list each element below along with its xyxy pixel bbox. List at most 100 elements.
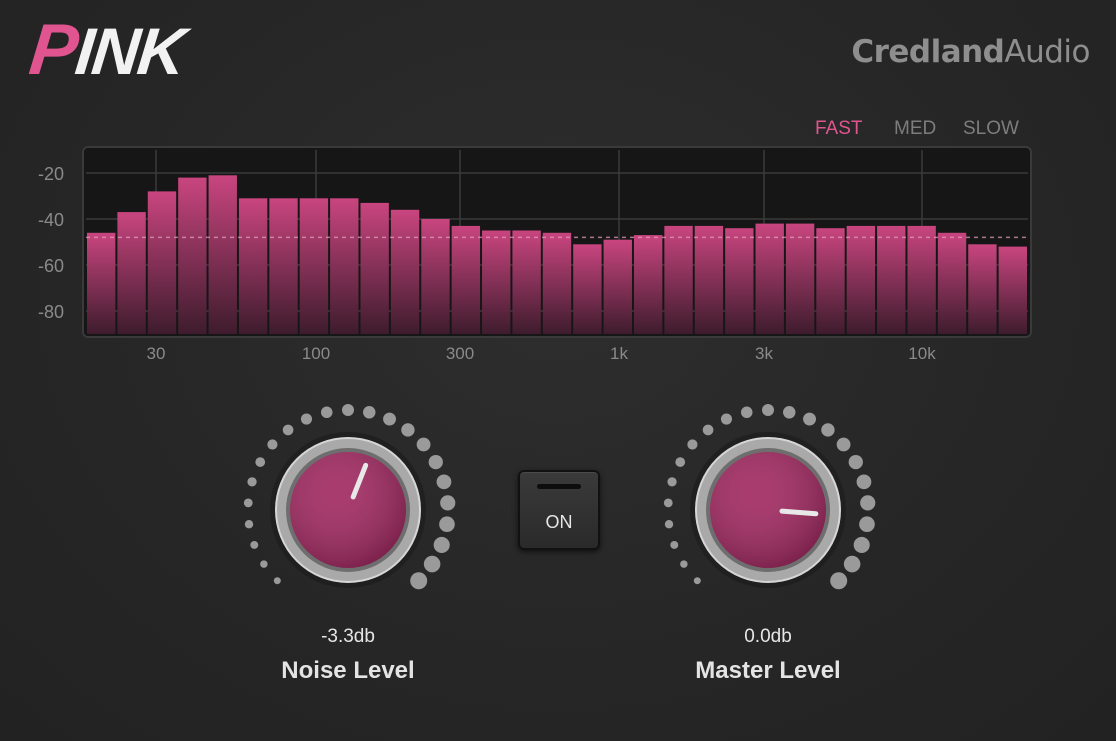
spectrum-bar [178, 177, 207, 334]
spectrum-bar [846, 225, 876, 334]
knob-scale-dot [830, 572, 848, 590]
knob-scale-dot [783, 406, 796, 419]
x-tick-label: 300 [445, 344, 475, 363]
speed-slow-button[interactable]: SLOW [963, 118, 1019, 140]
x-tick-label: 10k [908, 344, 936, 363]
spectrum-bar [877, 225, 906, 334]
spectrum-bar [937, 232, 967, 334]
knob-scale-dot [860, 495, 876, 511]
spectrum-bar [694, 225, 724, 334]
y-tick-label: -20 [38, 164, 65, 184]
master-level-knob[interactable] [658, 400, 878, 620]
knob-scale-dot [267, 439, 278, 450]
spectrum-bar [87, 232, 116, 334]
spectrum-bar [542, 232, 572, 334]
knob-graphic [243, 404, 456, 590]
knob-scale-dot [439, 516, 455, 533]
x-tick-label: 3k [755, 344, 773, 363]
y-tick-label: -60 [38, 256, 65, 276]
credland-audio-brand: CredlandAudio [851, 34, 1090, 70]
knob-scale-dot [675, 457, 686, 467]
knob-scale-dot [244, 520, 254, 529]
master-level-label: Master Level [695, 657, 841, 684]
knob-scale-dot [401, 423, 415, 437]
x-tick-label: 100 [301, 344, 331, 363]
knob-scale-dot [255, 457, 266, 467]
knob-scale-dot [853, 536, 870, 553]
spectrum-bar [725, 228, 754, 334]
spectrum-bar [816, 228, 845, 334]
power-button-label: ON [545, 512, 573, 532]
spectrum-bar [238, 198, 268, 334]
x-tick-label: 30 [146, 344, 166, 363]
y-tick-label: -80 [38, 302, 65, 322]
pink-logo: PINK [26, 10, 188, 90]
spectrum-bar [664, 225, 693, 334]
spectrum-bar [421, 219, 450, 334]
knob-scale-dot [740, 406, 753, 419]
speed-fast-button[interactable]: FAST [815, 118, 863, 140]
y-tick-label: -40 [38, 210, 65, 230]
knob-scale-dot [670, 540, 679, 549]
spectrum-bar [390, 209, 420, 334]
knob-scale-dot [423, 555, 441, 573]
knob-scale-dot [836, 437, 851, 452]
spectrum-bar [755, 223, 784, 334]
noise-level-value: -3.3db [321, 626, 375, 647]
brand-bold: Credland [851, 34, 1005, 70]
spectrum-bar [208, 175, 237, 334]
power-toggle-button[interactable]: ON [518, 470, 600, 550]
knob-scale-dot [250, 540, 259, 549]
knob-scale-dot [320, 406, 333, 419]
noise-level-label: Noise Level [281, 657, 415, 684]
knob-scale-dot [702, 424, 714, 436]
spectrum-bar [633, 235, 663, 334]
knob-scale-dot [848, 454, 863, 470]
knob-scale-dot [693, 577, 701, 585]
spectrum-bar [147, 191, 177, 334]
knob-scale-dot [243, 498, 253, 508]
knob-scale-dot [433, 536, 450, 553]
spectrum-bar [907, 225, 936, 334]
knob-scale-dot [821, 423, 835, 437]
spectrum-bar [512, 230, 541, 334]
x-tick-label: 1k [610, 344, 628, 363]
knob-scale-dot [762, 404, 774, 416]
knob-scale-dot [856, 474, 872, 490]
brand-light: Audio [1004, 34, 1090, 70]
speed-med-button[interactable]: MED [894, 118, 936, 140]
knob-scale-dot [247, 477, 257, 487]
knob-scale-dot [720, 413, 733, 425]
spectrum-bar [299, 198, 329, 334]
spectrum-bar [330, 198, 359, 334]
power-led-indicator [537, 484, 581, 489]
knob-scale-dot [260, 560, 268, 568]
spectrum-bar [451, 225, 481, 334]
knob-scale-dot [663, 498, 673, 508]
noise-level-knob[interactable] [238, 400, 458, 620]
spectrum-bar [998, 246, 1027, 334]
knob-graphic [663, 404, 876, 590]
knob-scale-dot [687, 439, 698, 450]
knob-scale-dot [436, 474, 452, 490]
knob-scale-dot [300, 413, 313, 425]
knob-scale-dot [803, 412, 816, 426]
knob-scale-dot [342, 404, 354, 416]
knob-scale-dot [428, 454, 443, 470]
spectrum-bar [603, 239, 632, 334]
knob-scale-dot [282, 424, 294, 436]
spectrum-bar [482, 230, 511, 334]
spectrum-bar [968, 244, 997, 334]
spectrum-bar [117, 212, 146, 334]
knob-scale-dot [680, 560, 688, 568]
knob-scale-dot [273, 577, 281, 585]
knob-scale-dot [440, 495, 456, 511]
knob-scale-dot [664, 520, 674, 529]
knob-scale-dot [383, 412, 396, 426]
master-level-value: 0.0db [744, 626, 792, 647]
knob-pointer [779, 508, 819, 517]
spectrum-bar [360, 202, 389, 334]
knob-scale-dot [667, 477, 677, 487]
spectrum-analyzer [82, 146, 1032, 338]
knob-scale-dot [363, 406, 376, 419]
